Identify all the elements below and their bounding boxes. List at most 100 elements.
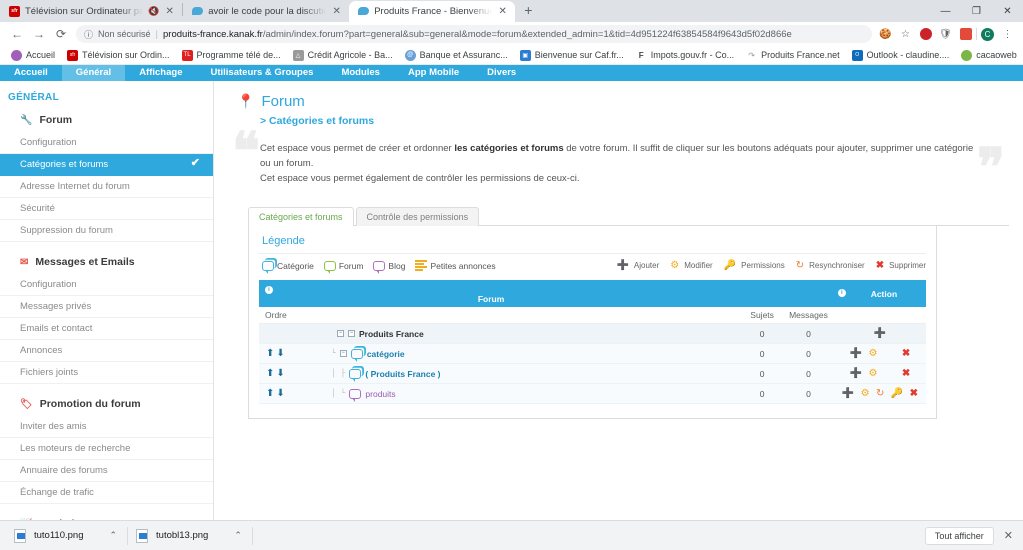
bookmark-banque-assurance[interactable]: @ Banque et Assuranc... [399, 49, 514, 61]
tab-close-icon[interactable]: ✕ [497, 6, 508, 17]
sidebar-item-moteurs-de-recherche[interactable]: Les moteurs de recherche [0, 438, 213, 460]
forward-button[interactable]: → [28, 23, 50, 45]
legend-action-label: Supprimer [889, 261, 926, 270]
info-circle-icon[interactable]: ⓘ [84, 28, 93, 41]
show-all-downloads-button[interactable]: Tout afficher [924, 526, 994, 545]
sidebar-item-fichiers-joints[interactable]: Fichiers joints [0, 362, 213, 384]
row-order-cell[interactable]: ⬆ ⬇ [259, 343, 301, 364]
tab-categories-et-forums[interactable]: Catégories et forums [248, 207, 354, 226]
cross-icon[interactable]: ✖ [908, 388, 920, 399]
info-icon[interactable]: i [265, 286, 273, 294]
gear-icon[interactable]: ⚙ [866, 368, 879, 379]
browser-tab-2[interactable]: avoir le code pour la discution ra ✕ [183, 1, 349, 22]
profile-avatar[interactable]: C [978, 25, 997, 44]
browser-tab-1[interactable]: sfr Télévision sur Ordinateur pa 🔇 ✕ [0, 1, 182, 22]
move-up-icon[interactable]: ⬆ [265, 348, 275, 359]
bookmark-programme-tele[interactable]: TL Programme télé de... [176, 49, 287, 61]
security-label: Non sécurisé [98, 29, 151, 39]
sidebar-item-suppression-forum[interactable]: Suppression du forum [0, 220, 213, 242]
menu-kebab-icon[interactable]: ⋮ [998, 25, 1017, 44]
topnav-item-divers[interactable]: Divers [473, 65, 530, 81]
sidebar-item-categories-et-forums[interactable]: Catégories et forums ✔ [0, 154, 213, 176]
move-down-icon[interactable]: ⬇ [275, 388, 285, 399]
move-up-icon[interactable]: ⬆ [265, 388, 275, 399]
sidebar-item-annonces[interactable]: Annonces [0, 340, 213, 362]
bookmark-produits-france[interactable]: ↷ Produits France.net [740, 49, 846, 61]
bookmark-accueil[interactable]: Accueil [5, 49, 61, 61]
topnav-item-accueil[interactable]: Accueil [0, 65, 62, 81]
plus-icon[interactable]: ➕ [872, 328, 888, 339]
close-window-button[interactable]: ✕ [992, 0, 1023, 22]
topnav-item-general[interactable]: Général [61, 65, 126, 81]
bookmark-label: cacaoweb [976, 50, 1017, 60]
tab-controle-des-permissions[interactable]: Contrôle des permissions [355, 207, 480, 226]
sidebar-item-adresse-internet[interactable]: Adresse Internet du forum [0, 176, 213, 198]
sidebar-item-echange-de-trafic[interactable]: Échange de trafic [0, 482, 213, 504]
expander-icon[interactable]: − [339, 350, 347, 357]
bookmark-credit-agricole[interactable]: △ Crédit Agricole - Ba... [287, 49, 399, 61]
gear-icon[interactable]: ⚙ [859, 388, 872, 399]
bookmark-outlook[interactable]: O Outlook - claudine.... [846, 49, 956, 61]
expander-icon[interactable]: − [337, 330, 344, 337]
shield-icon[interactable]: 🛡 [936, 25, 955, 44]
plus-icon[interactable]: ➕ [848, 368, 864, 379]
new-tab-button[interactable]: + [515, 2, 541, 20]
sidebar-item-messages-prives[interactable]: Messages privés [0, 296, 213, 318]
sidebar-item-inviter-des-amis[interactable]: Inviter des amis [0, 416, 213, 438]
topnav-item-utilisateurs-groupes[interactable]: Utilisateurs & Groupes [196, 65, 327, 81]
sidebar-item-securite[interactable]: Sécurité [0, 198, 213, 220]
tv-icon: sfr [9, 6, 20, 17]
minimize-button[interactable]: — [930, 0, 961, 22]
row-name[interactable]: ( Produits France ) [365, 369, 440, 379]
address-bar[interactable]: ⓘ Non sécurisé | produits-france.kanak.f… [76, 25, 872, 43]
sidebar-item-configuration[interactable]: Configuration [0, 132, 213, 154]
topnav-item-affichage[interactable]: Affichage [125, 65, 196, 81]
info-icon[interactable]: i [837, 288, 846, 297]
back-button[interactable]: ← [6, 23, 28, 45]
sidebar-item-messages-configuration[interactable]: Configuration [0, 274, 213, 296]
tab-close-icon[interactable]: ✕ [164, 6, 175, 17]
move-down-icon[interactable]: ⬇ [275, 348, 285, 359]
row-order-cell[interactable]: ⬆ ⬇ [259, 363, 301, 384]
chevron-up-icon[interactable]: ⌃ [109, 530, 117, 541]
bookmark-caf[interactable]: ▣ Bienvenue sur Caf.fr... [514, 49, 630, 61]
browser-tab-3-active[interactable]: Produits France - Bienvenue sur ✕ [349, 1, 516, 22]
bookmark-television[interactable]: sfr Télévision sur Ordin... [61, 49, 176, 61]
move-down-icon[interactable]: ⬇ [275, 368, 285, 379]
sidebar-group-messages-emails: ✉ Messages et Emails [0, 251, 213, 274]
tab-mute-icon[interactable]: 🔇 [148, 6, 159, 17]
maximize-button[interactable]: ❐ [961, 0, 992, 22]
reload-button[interactable]: ⟳ [50, 23, 72, 45]
plus-icon[interactable]: ➕ [848, 348, 864, 359]
sidebar-item-emails-contact[interactable]: Emails et contact [0, 318, 213, 340]
gear-icon[interactable]: ⚙ [866, 348, 879, 359]
table-header-messages-spacer [783, 280, 834, 307]
bookmark-cacaoweb[interactable]: cacaoweb [955, 49, 1023, 61]
bookmark-label: Programme télé de... [196, 50, 281, 60]
topnav-item-modules[interactable]: Modules [327, 65, 394, 81]
move-up-icon[interactable]: ⬆ [265, 368, 275, 379]
download-item-1[interactable]: tuto110.png ⌃ [6, 525, 127, 547]
row-name[interactable]: catégorie [367, 349, 405, 359]
sidebar-item-annuaire-des-forums[interactable]: Annuaire des forums [0, 460, 213, 482]
close-download-bar-button[interactable]: ✕ [1004, 529, 1013, 542]
plus-icon[interactable]: ➕ [840, 388, 856, 399]
key-icon[interactable]: 🔑 [889, 388, 905, 399]
chevron-up-icon[interactable]: ⌃ [234, 530, 242, 541]
bookmark-impots[interactable]: F Impots.gouv.fr - Co... [630, 49, 740, 61]
bookmark-star-icon[interactable]: ☆ [896, 25, 915, 44]
tab-close-icon[interactable]: ✕ [331, 6, 342, 17]
refresh-icon[interactable]: ↻ [874, 388, 886, 399]
row-name[interactable]: Produits France [359, 329, 424, 339]
bookmarks-bar: Accueil sfr Télévision sur Ordin... TL Pro… [0, 46, 1023, 65]
extension-icon[interactable] [956, 25, 975, 44]
expander-icon[interactable]: − [348, 330, 355, 337]
topnav-item-app-mobile[interactable]: App Mobile [394, 65, 473, 81]
row-order-cell[interactable]: ⬆ ⬇ [259, 383, 301, 404]
cookie-blocked-icon[interactable]: 🍪 [876, 25, 895, 44]
download-item-2[interactable]: tutobl13.png ⌃ [128, 525, 252, 547]
adblock-icon[interactable] [916, 25, 935, 44]
cross-icon[interactable]: ✖ [900, 348, 912, 359]
cross-icon[interactable]: ✖ [900, 368, 912, 379]
row-name[interactable]: produits [365, 389, 395, 399]
